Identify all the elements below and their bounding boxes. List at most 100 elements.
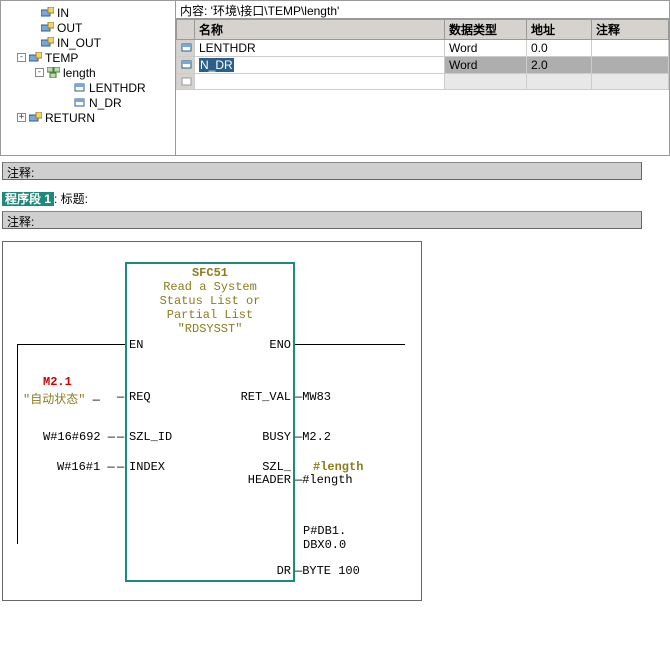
tree-label: TEMP (45, 51, 78, 65)
tree-item-length[interactable]: - length (1, 65, 175, 80)
declaration-table[interactable]: 名称 数据类型 地址 注释 LENTHDR Word 0.0 N_DR Word… (176, 19, 669, 90)
table-row[interactable]: N_DR Word 2.0 (177, 57, 669, 74)
comment-label: 注释: (7, 215, 34, 229)
leaf-icon (181, 43, 193, 53)
block-symbol: "RDSYSST" (127, 322, 293, 336)
cell-name[interactable]: LENTHDR (195, 40, 445, 57)
dash: — (117, 460, 124, 474)
leaf-icon (73, 97, 86, 108)
pin-dr: DR (233, 564, 291, 578)
table-header-row: 名称 数据类型 地址 注释 (177, 20, 669, 40)
declaration-table-panel: 内容: '环境\接口\TEMP\length' 名称 数据类型 地址 注释 LE… (176, 1, 669, 155)
cell-addr[interactable] (527, 74, 592, 90)
tree-collapse-icon[interactable]: - (17, 53, 26, 62)
block-desc: Read a System (127, 280, 293, 294)
pin-eno: ENO (233, 338, 291, 352)
cell-type[interactable]: Word (445, 57, 527, 74)
tree-label: OUT (57, 21, 82, 35)
tree-item-inout[interactable]: IN_OUT (1, 35, 175, 50)
fbd-network[interactable]: SFC51 Read a System Status List or Parti… (2, 241, 422, 601)
tree-item-lenthdr[interactable]: LENTHDR (1, 80, 175, 95)
value-text: #length (302, 473, 352, 487)
tree-item-return[interactable]: + RETURN (1, 110, 175, 125)
tree-item-out[interactable]: OUT (1, 20, 175, 35)
pin-en: EN (129, 338, 143, 352)
table-row[interactable]: LENTHDR Word 0.0 (177, 40, 669, 57)
value-text: M2.2 (302, 430, 331, 444)
col-note[interactable]: 注释 (592, 20, 669, 40)
var-icon (41, 37, 54, 48)
pin-req: REQ (129, 390, 151, 404)
tree-label: length (63, 66, 96, 80)
operand-length[interactable]: —#length (295, 473, 353, 487)
cell-type[interactable]: Word (445, 40, 527, 57)
cell-note[interactable] (592, 74, 669, 90)
declaration-region: IN OUT IN_OUT - TEMP - length LENTHDR (0, 0, 670, 156)
var-icon (41, 22, 54, 33)
interface-tree[interactable]: IN OUT IN_OUT - TEMP - length LENTHDR (1, 1, 176, 155)
block-desc: Status List or (127, 294, 293, 308)
comment-label: 注释: (7, 166, 34, 180)
pin-szlid: SZL_ID (129, 430, 172, 444)
struct-icon (47, 67, 60, 78)
tree-label: RETURN (45, 111, 95, 125)
selected-text: N_DR (199, 58, 234, 72)
col-addr[interactable]: 地址 (527, 20, 592, 40)
wire (17, 344, 125, 345)
operand-length-sym[interactable]: #length (313, 460, 363, 474)
operand-szlid[interactable]: W#16#692 — (43, 430, 115, 444)
cell-name[interactable]: N_DR (195, 57, 445, 74)
operand-dr3[interactable]: —BYTE 100 (295, 564, 360, 578)
cell-addr[interactable]: 0.0 (527, 40, 592, 57)
operand-m22[interactable]: —M2.2 (295, 430, 331, 444)
tree-item-ndr[interactable]: N_DR (1, 95, 175, 110)
var-icon (41, 7, 54, 18)
operand-m21[interactable]: M2.1 (43, 375, 72, 389)
tree-collapse-icon[interactable]: - (35, 68, 44, 77)
path-bar: 内容: '环境\接口\TEMP\length' (176, 1, 669, 19)
dash: — (117, 390, 124, 404)
block-name: SFC51 (127, 266, 293, 280)
pin-index: INDEX (129, 460, 165, 474)
value-text: BYTE 100 (302, 564, 360, 578)
left-rail (17, 344, 18, 544)
row-leader[interactable] (177, 74, 195, 90)
comment-bar[interactable]: 注释: (2, 211, 642, 229)
operand-mw83[interactable]: —MW83 (295, 390, 331, 404)
block-header: SFC51 Read a System Status List or Parti… (127, 264, 293, 336)
cell-addr[interactable]: 2.0 (527, 57, 592, 74)
leaf-icon (73, 82, 86, 93)
operand-autostate[interactable]: "自动状态" — (23, 390, 100, 407)
cell-name[interactable] (195, 74, 445, 90)
tree-item-temp[interactable]: - TEMP (1, 50, 175, 65)
col-type[interactable]: 数据类型 (445, 20, 527, 40)
tree-label: IN_OUT (57, 36, 101, 50)
tree-item-in[interactable]: IN (1, 5, 175, 20)
leaf-icon (181, 60, 193, 70)
var-icon (29, 52, 42, 63)
segment-title-suffix: : 标题: (54, 192, 88, 206)
row-leader[interactable] (177, 40, 195, 57)
pin-szl: SZL_ (233, 460, 291, 474)
var-icon (29, 112, 42, 123)
operand-index[interactable]: W#16#1 — (57, 460, 115, 474)
tree-expand-icon[interactable]: + (17, 113, 26, 122)
value-text: W#16#692 (43, 430, 101, 444)
pin-busy: BUSY (233, 430, 291, 444)
new-row-icon (181, 77, 193, 87)
cell-type[interactable] (445, 74, 527, 90)
col-name[interactable]: 名称 (195, 20, 445, 40)
operand-dr1[interactable]: P#DB1. (303, 524, 346, 538)
symbol-text: "自动状态" (23, 393, 85, 407)
pin-retval: RET_VAL (233, 390, 291, 404)
dash: — (117, 430, 124, 444)
row-leader[interactable] (177, 57, 195, 74)
operand-dr2[interactable]: DBX0.0 (303, 538, 346, 552)
cell-note[interactable] (592, 57, 669, 74)
table-row-empty[interactable] (177, 74, 669, 90)
sfc51-block[interactable]: SFC51 Read a System Status List or Parti… (125, 262, 295, 582)
segment-title-row[interactable]: 程序段 1: 标题: (2, 190, 668, 207)
cell-note[interactable] (592, 40, 669, 57)
block-desc: Partial List (127, 308, 293, 322)
comment-bar[interactable]: 注释: (2, 162, 642, 180)
